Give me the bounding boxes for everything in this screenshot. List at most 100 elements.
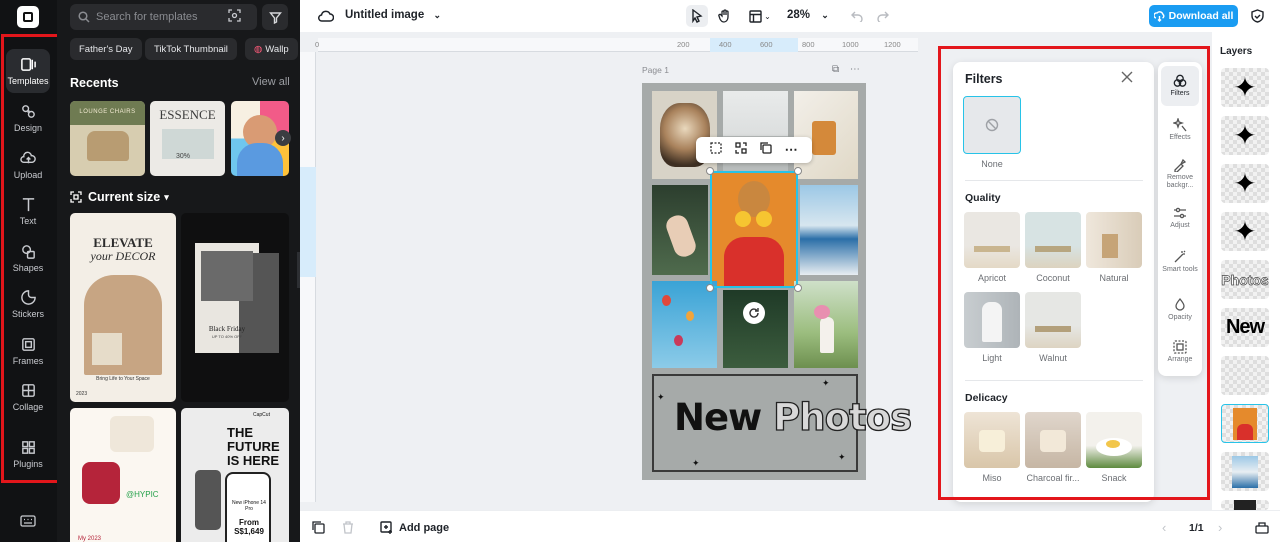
layer-empty-frame[interactable] bbox=[1221, 356, 1269, 395]
prev-page-button[interactable]: ‹ bbox=[1162, 520, 1166, 535]
size-template-iphone[interactable]: THE FUTURE IS HERE CapCut New iPhone 14 … bbox=[181, 408, 289, 542]
ruler-label: 600 bbox=[760, 40, 773, 49]
layer-sparkle[interactable]: ✦ bbox=[1221, 116, 1269, 155]
chair-image bbox=[87, 131, 129, 161]
undo-icon bbox=[851, 11, 863, 22]
download-all-button[interactable]: Download all bbox=[1149, 5, 1238, 27]
chip-label: Wallp bbox=[265, 43, 289, 55]
zoom-dropdown[interactable]: 28% ⌄ bbox=[787, 9, 829, 21]
size-template-hypic[interactable]: @HYPIC My 2023 bbox=[70, 408, 176, 542]
layout-icon bbox=[749, 9, 762, 23]
template-filter-button[interactable] bbox=[262, 4, 288, 30]
copy-page-icon[interactable]: ⧉ bbox=[832, 64, 839, 75]
resize-handle[interactable] bbox=[794, 167, 802, 175]
collage-photo-santorini[interactable] bbox=[800, 185, 858, 275]
download-label: Download all bbox=[1168, 10, 1234, 22]
shield-icon[interactable] bbox=[1246, 5, 1268, 27]
page-label: Page 1 bbox=[642, 65, 669, 75]
template-text: Black Friday bbox=[208, 325, 246, 333]
phone-image bbox=[195, 470, 221, 530]
crop-icon[interactable] bbox=[710, 141, 723, 159]
collage-photo-balloons[interactable] bbox=[652, 281, 717, 368]
recents-next-button[interactable]: › bbox=[275, 130, 291, 146]
redo-button[interactable] bbox=[872, 5, 894, 27]
layer-sparkle[interactable]: ✦ bbox=[1221, 164, 1269, 203]
layer-photo-dark[interactable] bbox=[1221, 500, 1269, 510]
trash-icon[interactable] bbox=[342, 521, 354, 539]
recent-template-essence[interactable]: ESSENCE 30% bbox=[150, 101, 225, 176]
chip-tiktok-thumbnail[interactable]: TikTok Thumbnail bbox=[145, 38, 237, 60]
chip-fathers-day[interactable]: Father's Day bbox=[70, 38, 142, 60]
resize-handle[interactable] bbox=[794, 284, 802, 292]
layout-menu-button[interactable]: ⌄ bbox=[745, 5, 775, 27]
ruler-label: 400 bbox=[719, 40, 732, 49]
image-search-icon[interactable] bbox=[228, 9, 247, 25]
next-page-button[interactable]: › bbox=[1218, 520, 1222, 535]
template-footer: Bring Life to Your Space bbox=[96, 376, 150, 382]
resize-icon bbox=[70, 191, 82, 203]
replace-icon[interactable] bbox=[735, 141, 747, 159]
hand-tool-button[interactable] bbox=[714, 5, 736, 27]
scarf-image bbox=[82, 462, 120, 504]
keyboard-shortcuts-icon[interactable] bbox=[20, 514, 36, 532]
add-page-icon bbox=[380, 521, 392, 534]
search-placeholder: Search for templates bbox=[96, 11, 198, 23]
headline-word-new: New bbox=[674, 396, 762, 439]
undo-button[interactable] bbox=[846, 5, 868, 27]
filter-icon bbox=[268, 11, 282, 24]
sparkle-decoration: ✦ bbox=[838, 452, 846, 462]
chip-wallpaper[interactable]: ◍ Wallp bbox=[245, 38, 298, 60]
top-bar: Untitled image ⌄ ⌄ 28% ⌄ Download all bbox=[300, 0, 1280, 32]
collage-photo-cat[interactable] bbox=[652, 91, 717, 179]
chevron-down-icon: ⌄ bbox=[764, 11, 771, 21]
page-counter: 1/1 bbox=[1189, 522, 1204, 534]
template-brand: CapCut bbox=[253, 412, 270, 418]
layer-photo-santorini[interactable] bbox=[1221, 452, 1269, 491]
layer-sparkle[interactable]: ✦ bbox=[1221, 212, 1269, 251]
rotate-icon bbox=[749, 308, 759, 318]
page-options[interactable]: ⧉ ⋯ bbox=[832, 64, 860, 75]
duplicate-icon[interactable] bbox=[760, 141, 772, 159]
template-price: From S$1,649 bbox=[234, 518, 264, 536]
collage-photo-hand[interactable] bbox=[652, 185, 708, 275]
layer-photo-girl[interactable] bbox=[1221, 404, 1269, 443]
size-template-black-friday[interactable]: Black Friday UP TO 40% OFF bbox=[181, 213, 289, 402]
collage-photo-bedroom[interactable] bbox=[723, 91, 788, 179]
layer-photos-text[interactable]: Photos bbox=[1221, 260, 1269, 299]
wallpaper-icon: ◍ bbox=[254, 43, 263, 55]
sparkle-decoration: ✦ bbox=[822, 378, 830, 388]
document-title[interactable]: Untitled image ⌄ bbox=[345, 9, 441, 21]
size-template-elevate-decor[interactable]: ELEVATE your DECOR Bring Life to Your Sp… bbox=[70, 213, 176, 402]
layer-sparkle[interactable]: ✦ bbox=[1221, 68, 1269, 107]
current-size-dropdown[interactable]: Current size ▾ bbox=[70, 190, 169, 204]
add-page-label: Add page bbox=[399, 521, 450, 534]
headline-text[interactable]: New Photos bbox=[674, 395, 913, 439]
sparkle-decoration: ✦ bbox=[692, 458, 700, 468]
capcut-logo-icon[interactable] bbox=[17, 6, 39, 28]
layer-new-text[interactable]: New bbox=[1221, 308, 1269, 347]
resize-handle[interactable] bbox=[706, 284, 714, 292]
more-icon[interactable]: ⋯ bbox=[850, 64, 860, 75]
selection-box[interactable] bbox=[710, 171, 798, 288]
collage-photo-drink[interactable] bbox=[794, 91, 858, 179]
recent-template-lounge-chairs[interactable]: LOUNGE CHAIRS bbox=[70, 101, 145, 176]
chevron-down-icon: ⌄ bbox=[821, 10, 829, 20]
chevron-down-icon: ⌄ bbox=[433, 10, 441, 20]
portrait-image bbox=[201, 251, 253, 301]
select-tool-button[interactable] bbox=[686, 5, 708, 27]
ruler-label: 1200 bbox=[884, 40, 901, 49]
view-all-link[interactable]: View all bbox=[252, 76, 290, 88]
layer-label: New bbox=[1225, 316, 1265, 338]
headline-word-photos: Photos bbox=[772, 395, 912, 439]
chevron-down-icon: ▾ bbox=[164, 191, 169, 202]
template-search-input[interactable]: Search for templates bbox=[70, 4, 257, 30]
rotate-handle[interactable] bbox=[743, 302, 765, 324]
add-page-button[interactable]: Add page bbox=[380, 521, 449, 534]
page-manager-icon[interactable] bbox=[1255, 521, 1269, 539]
more-options-icon[interactable]: ⋯ bbox=[785, 143, 798, 156]
page-duplicate-icon[interactable] bbox=[312, 521, 325, 539]
cloud-sync-icon[interactable] bbox=[315, 5, 337, 27]
collage-photo-flowers[interactable] bbox=[794, 281, 858, 368]
document-title-text: Untitled image bbox=[345, 9, 425, 21]
resize-handle[interactable] bbox=[706, 167, 714, 175]
